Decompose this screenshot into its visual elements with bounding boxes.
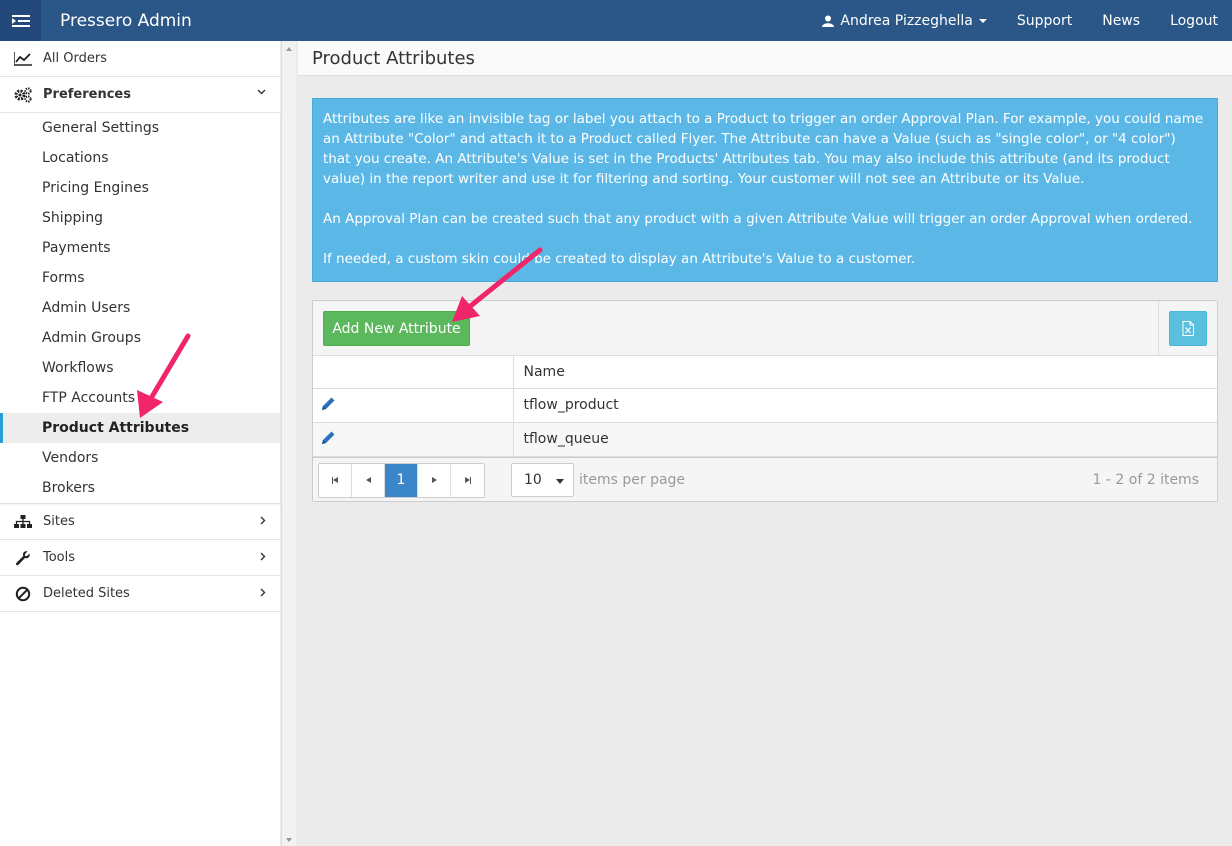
prev-page-button[interactable] [352,463,385,497]
table-row: tflow_queue [313,422,1217,457]
logout-link[interactable]: Logout [1155,0,1232,41]
sidebar-subitem-general-settings[interactable]: General Settings [0,113,280,143]
pager-buttons: 1 [318,462,485,498]
sidebar-subitem-workflows[interactable]: Workflows [0,353,280,383]
preferences-list: General Settings Locations Pricing Engines… [0,113,280,503]
sidebar-item-deleted-sites[interactable]: Deleted Sites [0,576,280,612]
info-alert: Attributes are like an invisible tag or … [312,98,1218,282]
sidebar-subitem-vendors[interactable]: Vendors [0,443,280,473]
column-header-name[interactable]: Name [513,356,1217,389]
gears-icon [14,86,32,104]
attributes-grid: Add New Attribute Name tflow_product tfl… [312,300,1218,502]
dropdown-caret-icon [556,478,564,484]
last-page-button[interactable] [451,463,484,497]
sidebar-item-preferences[interactable]: Preferences [0,77,280,113]
sidebar-item-label: Sites [43,514,75,529]
user-menu[interactable]: Andrea Pizzeghella [807,0,1002,41]
first-page-button[interactable] [319,463,352,497]
export-excel-button[interactable] [1169,311,1207,346]
news-link[interactable]: News [1087,0,1155,41]
sidebar-scrollbar[interactable] [281,41,296,846]
line-chart-icon [14,50,32,68]
sidebar-item-sites[interactable]: Sites [0,504,280,540]
ban-icon [14,585,32,603]
sidebar-item-tools[interactable]: Tools [0,540,280,576]
sidebar-item-label: Tools [43,550,76,565]
support-link[interactable]: Support [1002,0,1087,41]
sidebar-subitem-locations[interactable]: Locations [0,143,280,173]
info-paragraph: An Approval Plan can be created such tha… [323,211,1193,227]
sidebar-subitem-payments[interactable]: Payments [0,233,280,263]
next-page-button[interactable] [418,463,451,497]
sidebar-subitem-product-attributes[interactable]: Product Attributes [0,413,280,443]
sidebar-item-label: All Orders [43,51,107,66]
toolbar-divider [1158,301,1159,356]
sidebar-item-all-orders[interactable]: All Orders [0,41,280,77]
sitemap-icon [14,513,32,531]
preferences-submenu: General Settings Locations Pricing Engines… [0,113,280,504]
pencil-icon[interactable] [321,396,336,411]
prev-page-icon [365,477,371,483]
edit-cell [313,422,514,457]
current-page-button[interactable]: 1 [385,463,418,497]
scroll-up-icon[interactable] [286,47,292,51]
chevron-right-icon [260,588,266,597]
app-title: Pressero Admin [60,10,192,31]
sidebar-subitem-brokers[interactable]: Brokers [0,473,280,503]
chevron-right-icon [260,552,266,561]
sidebar-subitem-forms[interactable]: Forms [0,263,280,293]
top-nav: Andrea Pizzeghella Support News Logout [807,0,1232,41]
chevron-right-icon [260,516,266,525]
attribute-name-cell: tflow_queue [513,422,1217,457]
wrench-icon [14,549,32,567]
grid-toolbar: Add New Attribute [313,301,1217,356]
table-row: tflow_product [313,388,1217,423]
sidebar-subitem-admin-users[interactable]: Admin Users [0,293,280,323]
page-size-select[interactable]: 10 [511,462,574,497]
caret-down-icon [978,18,987,23]
attribute-name-cell: tflow_product [513,388,1217,423]
info-paragraph: If needed, a custom skin could be create… [323,251,916,267]
user-icon [822,15,835,27]
excel-file-icon [1182,321,1194,336]
sidebar-item-label: Preferences [43,87,131,102]
sidebar: All Orders Preferences General Settings L… [0,41,280,846]
grid-pager: 1 10 items per page 1 - 2 of 2 items [313,456,1217,501]
add-new-attribute-button[interactable]: Add New Attribute [323,311,470,346]
scroll-down-icon[interactable] [286,838,292,842]
edit-cell [313,388,514,423]
grid-header-row: Name [313,356,1217,389]
info-paragraph: Attributes are like an invisible tag or … [323,111,1204,187]
sidebar-subitem-admin-groups[interactable]: Admin Groups [0,323,280,353]
grid-table: Name tflow_product tflow_queue [313,356,1217,457]
sidebar-subitem-pricing-engines[interactable]: Pricing Engines [0,173,280,203]
pager-summary: 1 - 2 of 2 items [1092,471,1199,488]
sidebar-item-label: Deleted Sites [43,586,130,601]
column-header-edit [313,356,514,389]
user-name: Andrea Pizzeghella [840,12,973,29]
page-header: Product Attributes [298,41,1232,76]
sidebar-subitem-ftp-accounts[interactable]: FTP Accounts [0,383,280,413]
menu-toggle-button[interactable] [0,0,41,41]
items-per-page-label: items per page [579,471,686,488]
top-bar: Pressero Admin Andrea Pizzeghella Suppor… [0,0,1232,41]
page-title: Product Attributes [312,47,475,69]
first-page-icon [332,476,338,484]
menu-icon [11,14,30,27]
last-page-icon [464,476,471,484]
page-size-value: 10 [524,471,542,488]
pencil-icon[interactable] [321,430,336,445]
chevron-down-icon [257,89,266,95]
next-page-icon [431,477,437,483]
sidebar-subitem-shipping[interactable]: Shipping [0,203,280,233]
